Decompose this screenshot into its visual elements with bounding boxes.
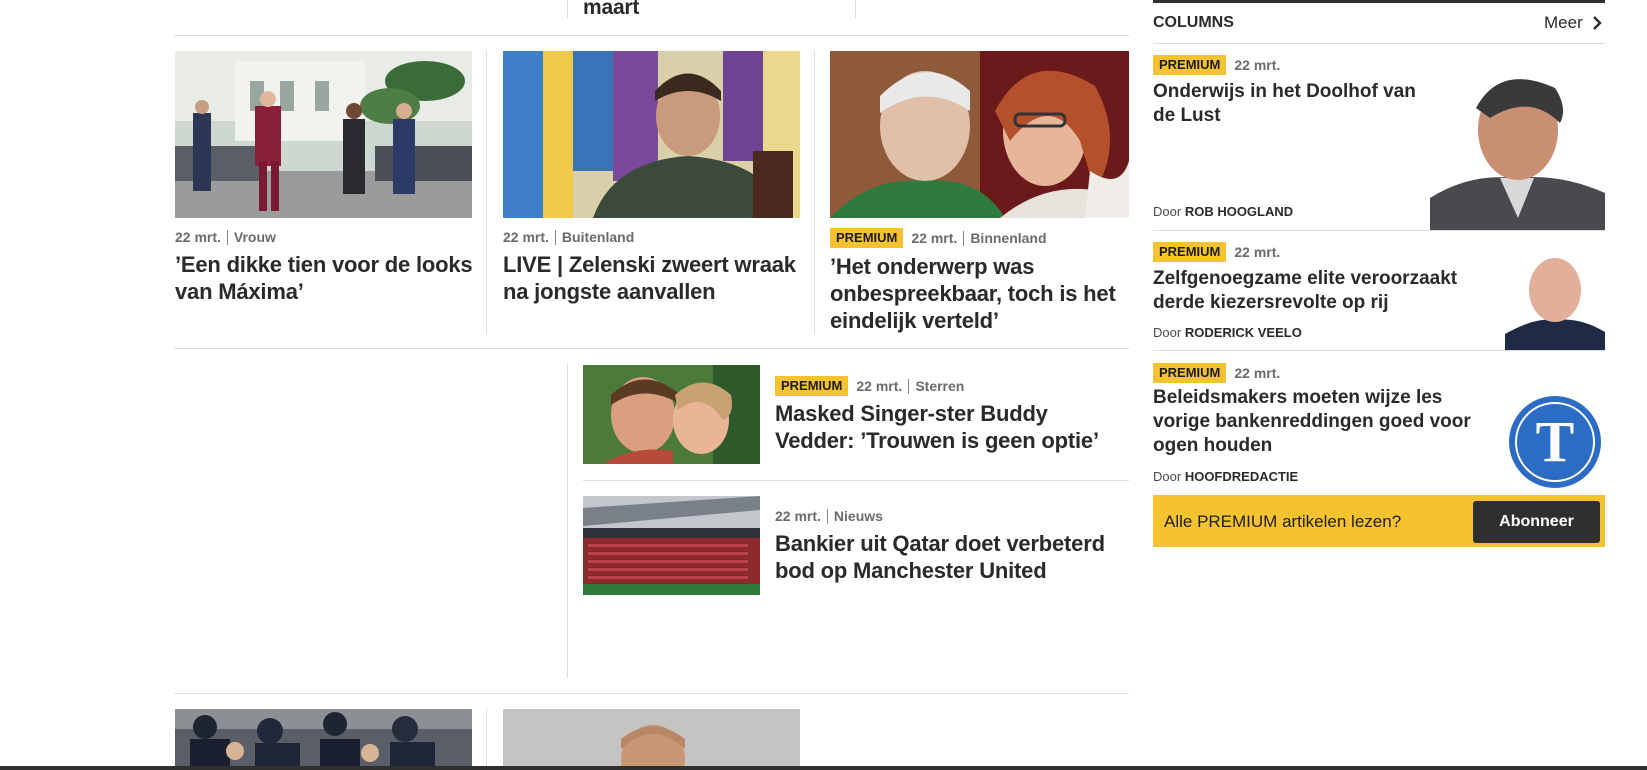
telegraaf-logo-icon: T [1509, 396, 1601, 488]
divider [855, 0, 856, 19]
premium-cta-text: Alle PREMIUM artikelen lezen? [1164, 512, 1402, 531]
article-headline[interactable]: ’Het onderwerp was onbespreekbaar, toch … [830, 253, 1130, 334]
column-meta: PREMIUM 22 mrt. [1153, 55, 1280, 75]
meta-separator [963, 230, 965, 246]
article-meta: 22 mrt. Buitenland [503, 229, 634, 245]
logo-letter: T [1515, 402, 1595, 482]
column-date: 22 mrt. [1234, 57, 1281, 73]
article-headline[interactable]: LIVE | Zelenski zweert wraak na jongste … [503, 251, 808, 305]
article-image-stadium[interactable] [583, 496, 760, 595]
author-prefix: Door [1153, 204, 1182, 219]
column-headline[interactable]: Zelfgenoegzame elite veroorzaakt derde k… [1153, 267, 1483, 315]
divider [486, 51, 487, 334]
column-headline[interactable]: Onderwijs in het Doolhof van de Lust [1153, 80, 1423, 128]
chevron-right-icon [1589, 14, 1605, 32]
subscribe-button[interactable]: Abonneer [1473, 501, 1600, 543]
meta-separator [826, 508, 828, 524]
divider [1153, 230, 1605, 231]
columnist-photo-veelo[interactable] [1505, 252, 1605, 350]
column-meta: PREMIUM 22 mrt. [1153, 242, 1280, 262]
premium-badge: PREMIUM [775, 376, 849, 396]
divider [814, 51, 815, 334]
article-meta: 22 mrt. Nieuws [775, 508, 883, 524]
divider [567, 364, 568, 678]
author-name: HOOFDREDACTIE [1184, 469, 1299, 484]
premium-badge: PREMIUM [1153, 242, 1227, 262]
premium-badge: PREMIUM [1153, 363, 1227, 383]
article-date: 22 mrt. [911, 230, 958, 246]
article-meta: PREMIUM 22 mrt. Sterren [775, 376, 964, 396]
columns-more-link[interactable]: Meer [1544, 13, 1605, 33]
meta-separator [908, 378, 910, 394]
columns-title: COLUMNS [1153, 14, 1234, 31]
article-image-zelenski[interactable] [503, 51, 800, 218]
article-headline[interactable]: Masked Singer-ster Buddy Vedder: ’Trouwe… [775, 400, 1125, 454]
author-prefix: Door [1153, 325, 1182, 340]
author-name: RODERICK VEELO [1184, 325, 1302, 340]
divider [1153, 43, 1605, 44]
article-category[interactable]: Nieuws [834, 508, 883, 524]
article-image-portrait[interactable] [503, 709, 800, 770]
column-author[interactable]: Door ROB HOOGLAND [1153, 204, 1293, 219]
column-meta: PREMIUM 22 mrt. [1153, 363, 1280, 383]
divider [583, 480, 1129, 481]
article-meta: PREMIUM 22 mrt. Binnenland [830, 228, 1047, 248]
article-meta: 22 mrt. Vrouw [175, 229, 276, 245]
more-label: Meer [1544, 13, 1583, 32]
column-author[interactable]: Door HOOFDREDACTIE [1153, 469, 1298, 484]
columnist-photo-hoogland[interactable] [1430, 68, 1605, 230]
column-date: 22 mrt. [1234, 365, 1281, 381]
article-category[interactable]: Buitenland [562, 229, 634, 245]
divider [174, 348, 1129, 349]
columns-top-rule [1153, 0, 1605, 3]
article-headline[interactable]: Bankier uit Qatar doet verbeterd bod op … [775, 530, 1125, 584]
column-headline[interactable]: Beleidsmakers moeten wijze les vorige ba… [1153, 386, 1483, 458]
partial-headline[interactable]: maart [583, 0, 639, 21]
article-image-police[interactable] [175, 709, 472, 770]
premium-badge: PREMIUM [1153, 55, 1227, 75]
column-author[interactable]: Door RODERICK VEELO [1153, 325, 1302, 340]
article-image-buddy-vedder[interactable] [583, 365, 760, 464]
article-date: 22 mrt. [856, 378, 903, 394]
author-name: ROB HOOGLAND [1184, 204, 1294, 219]
meta-separator [226, 229, 228, 245]
premium-badge: PREMIUM [830, 228, 904, 248]
author-prefix: Door [1153, 469, 1182, 484]
article-date: 22 mrt. [775, 508, 821, 524]
article-date: 22 mrt. [175, 229, 221, 245]
article-date: 22 mrt. [503, 229, 549, 245]
divider [567, 0, 568, 19]
bottom-bar [0, 766, 1647, 770]
article-category[interactable]: Vrouw [234, 229, 276, 245]
article-category[interactable]: Sterren [915, 378, 964, 394]
meta-separator [554, 229, 556, 245]
article-category[interactable]: Binnenland [970, 230, 1046, 246]
column-date: 22 mrt. [1234, 244, 1281, 260]
article-image-couple[interactable] [830, 51, 1129, 218]
divider [174, 35, 1129, 36]
divider [486, 709, 487, 770]
article-headline[interactable]: ’Een dikke tien voor de looks van Máxima… [175, 251, 480, 305]
article-image-maxima[interactable] [175, 51, 472, 218]
divider [174, 693, 1129, 694]
divider [1153, 350, 1605, 351]
